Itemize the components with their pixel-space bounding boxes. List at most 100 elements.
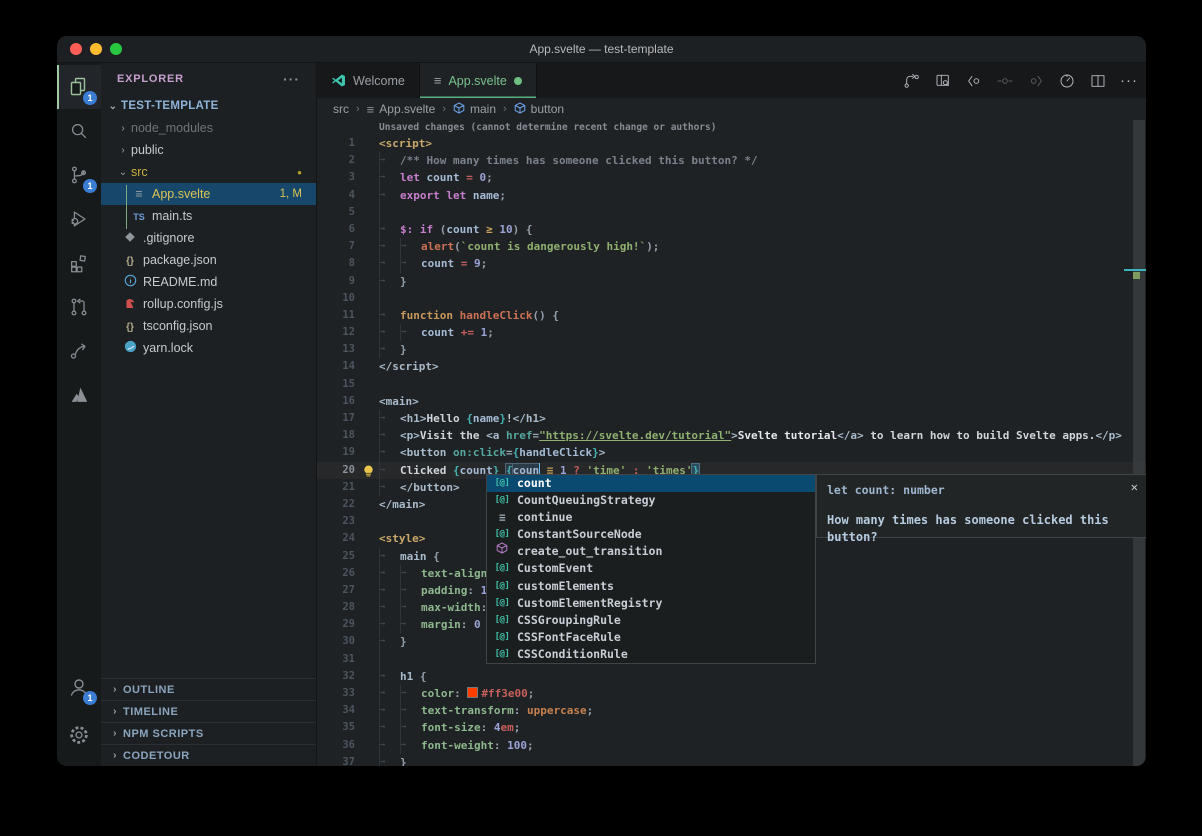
line-number[interactable]: 3 bbox=[317, 169, 355, 186]
line-number[interactable]: 12 bbox=[317, 324, 355, 341]
line-number[interactable]: 27 bbox=[317, 582, 355, 599]
suggestion-cssconditionrule[interactable]: [@]CSSConditionRule bbox=[487, 646, 815, 663]
line-number[interactable]: 13 bbox=[317, 341, 355, 358]
line-number[interactable]: 10 bbox=[317, 290, 355, 307]
line-number[interactable]: 28 bbox=[317, 599, 355, 616]
line-number[interactable]: 20 bbox=[317, 462, 355, 479]
breadcrumb-item-src[interactable]: src bbox=[333, 102, 349, 116]
azure-icon[interactable] bbox=[65, 381, 93, 409]
open-preview-icon[interactable] bbox=[934, 72, 952, 90]
line-number[interactable]: 30 bbox=[317, 633, 355, 650]
settings-icon[interactable] bbox=[65, 721, 93, 749]
more-actions-icon[interactable]: ··· bbox=[1120, 72, 1138, 90]
code-line-18[interactable]: 18→<p>Visit the <a href="https://svelte.… bbox=[317, 427, 1146, 444]
tree-item--gitignore[interactable]: .gitignore bbox=[101, 227, 316, 249]
breadcrumb-item-button[interactable]: button bbox=[514, 102, 564, 117]
line-number[interactable]: 16 bbox=[317, 393, 355, 410]
tree-item-main-ts[interactable]: TSmain.ts bbox=[101, 205, 316, 227]
section-npm-scripts[interactable]: ›NPM SCRIPTS bbox=[101, 722, 316, 744]
tree-item-readme-md[interactable]: README.md bbox=[101, 271, 316, 293]
line-number[interactable]: 1 bbox=[317, 135, 355, 152]
navigate-back-icon[interactable] bbox=[965, 72, 983, 90]
code-line-10[interactable]: 10 bbox=[317, 290, 1146, 307]
extensions-icon[interactable] bbox=[65, 249, 93, 277]
code-line-19[interactable]: 19→<button on:click={handleClick}> bbox=[317, 444, 1146, 461]
code-line-9[interactable]: 9→} bbox=[317, 273, 1146, 290]
navigate-forward-icon[interactable] bbox=[1027, 72, 1045, 90]
open-changes-icon[interactable] bbox=[903, 72, 921, 90]
code-line-16[interactable]: 16<main> bbox=[317, 393, 1146, 410]
tree-root-test-template[interactable]: ⌄ TEST-TEMPLATE bbox=[101, 95, 316, 117]
code-line-37[interactable]: 37→} bbox=[317, 754, 1146, 766]
line-number[interactable]: 37 bbox=[317, 754, 355, 766]
line-number[interactable]: 31 bbox=[317, 651, 355, 668]
tree-item-src[interactable]: ⌄src● bbox=[101, 161, 316, 183]
code-line-15[interactable]: 15 bbox=[317, 376, 1146, 393]
line-number[interactable]: 21 bbox=[317, 479, 355, 496]
line-number[interactable]: 32 bbox=[317, 668, 355, 685]
line-number[interactable]: 6 bbox=[317, 221, 355, 238]
zoom-window-button[interactable] bbox=[110, 43, 122, 55]
suggestion-customelementregistry[interactable]: [@]CustomElementRegistry bbox=[487, 595, 815, 612]
code-line-33[interactable]: 33→→color: #ff3e00; bbox=[317, 685, 1146, 702]
line-number[interactable]: 29 bbox=[317, 616, 355, 633]
code-line-5[interactable]: 5 bbox=[317, 204, 1146, 221]
title-bar[interactable]: App.svelte — test-template bbox=[57, 36, 1146, 63]
close-icon[interactable]: ✕ bbox=[1131, 479, 1138, 496]
line-number[interactable]: 25 bbox=[317, 548, 355, 565]
line-number[interactable]: 2 bbox=[317, 152, 355, 169]
line-number[interactable]: 11 bbox=[317, 307, 355, 324]
explorer-actions-icon[interactable]: ··· bbox=[283, 71, 300, 87]
line-number[interactable]: 18 bbox=[317, 427, 355, 444]
code-line-14[interactable]: 14</script> bbox=[317, 358, 1146, 375]
code-line-4[interactable]: 4→export let name; bbox=[317, 187, 1146, 204]
breadcrumb-item-app-svelte[interactable]: ≡App.svelte bbox=[367, 102, 436, 117]
tree-item-rollup-config-js[interactable]: rollup.config.js bbox=[101, 293, 316, 315]
tree-item-public[interactable]: ›public bbox=[101, 139, 316, 161]
line-number[interactable]: 4 bbox=[317, 187, 355, 204]
scrollbar[interactable] bbox=[1132, 120, 1146, 766]
line-number[interactable]: 34 bbox=[317, 702, 355, 719]
section-outline[interactable]: ›OUTLINE bbox=[101, 678, 316, 700]
line-number[interactable]: 23 bbox=[317, 513, 355, 530]
line-number[interactable]: 5 bbox=[317, 204, 355, 221]
code-line-32[interactable]: 32→h1 { bbox=[317, 668, 1146, 685]
minimize-window-button[interactable] bbox=[90, 43, 102, 55]
section-codetour[interactable]: ›CODETOUR bbox=[101, 744, 316, 766]
line-number[interactable]: 9 bbox=[317, 273, 355, 290]
line-number[interactable]: 14 bbox=[317, 358, 355, 375]
tree-item-node-modules[interactable]: ›node_modules bbox=[101, 117, 316, 139]
tree-item-yarn-lock[interactable]: yarn.lock bbox=[101, 337, 316, 359]
line-number[interactable]: 15 bbox=[317, 376, 355, 393]
breadcrumb-item-main[interactable]: main bbox=[453, 102, 496, 117]
code-line-35[interactable]: 35→→font-size: 4em; bbox=[317, 719, 1146, 736]
line-number[interactable]: 35 bbox=[317, 719, 355, 736]
suggestion-countqueuingstrategy[interactable]: [@]CountQueuingStrategy bbox=[487, 492, 815, 509]
code-line-6[interactable]: 6→$: if (count ≥ 10) { bbox=[317, 221, 1146, 238]
line-number[interactable]: 36 bbox=[317, 737, 355, 754]
line-number[interactable]: 8 bbox=[317, 255, 355, 272]
line-number[interactable]: 24 bbox=[317, 530, 355, 547]
scrollbar-thumb[interactable] bbox=[1133, 120, 1145, 766]
code-line-1[interactable]: 1<script> bbox=[317, 135, 1146, 152]
code-line-12[interactable]: 12→→count += 1; bbox=[317, 324, 1146, 341]
code-line-8[interactable]: 8→→count = 9; bbox=[317, 255, 1146, 272]
suggestion-cssfontfacerule[interactable]: [@]CSSFontFaceRule bbox=[487, 629, 815, 646]
section-timeline[interactable]: ›TIMELINE bbox=[101, 700, 316, 722]
code-editor[interactable]: Unsaved changes (cannot determine recent… bbox=[317, 120, 1146, 766]
suggestion-constantsourcenode[interactable]: [@]ConstantSourceNode bbox=[487, 526, 815, 543]
tree-item-app-svelte[interactable]: ≡App.svelte1, M bbox=[101, 183, 316, 205]
explorer-icon[interactable]: 1 bbox=[65, 73, 93, 101]
tab-app-svelte[interactable]: ≡ App.svelte bbox=[420, 63, 537, 98]
code-line-17[interactable]: 17→<h1>Hello {name}!</h1> bbox=[317, 410, 1146, 427]
suggestion-count[interactable]: [@]count bbox=[487, 475, 815, 492]
suggestion-create_out_transition[interactable]: create_out_transition bbox=[487, 543, 815, 560]
line-number[interactable]: 26 bbox=[317, 565, 355, 582]
accounts-icon[interactable]: 1 bbox=[65, 673, 93, 701]
line-number[interactable]: 17 bbox=[317, 410, 355, 427]
suggestion-cssgroupingrule[interactable]: [@]CSSGroupingRule bbox=[487, 612, 815, 629]
run-debug-icon[interactable] bbox=[65, 205, 93, 233]
code-line-34[interactable]: 34→→text-transform: uppercase; bbox=[317, 702, 1146, 719]
line-number[interactable]: 33 bbox=[317, 685, 355, 702]
suggestion-customelements[interactable]: [@]customElements bbox=[487, 578, 815, 595]
